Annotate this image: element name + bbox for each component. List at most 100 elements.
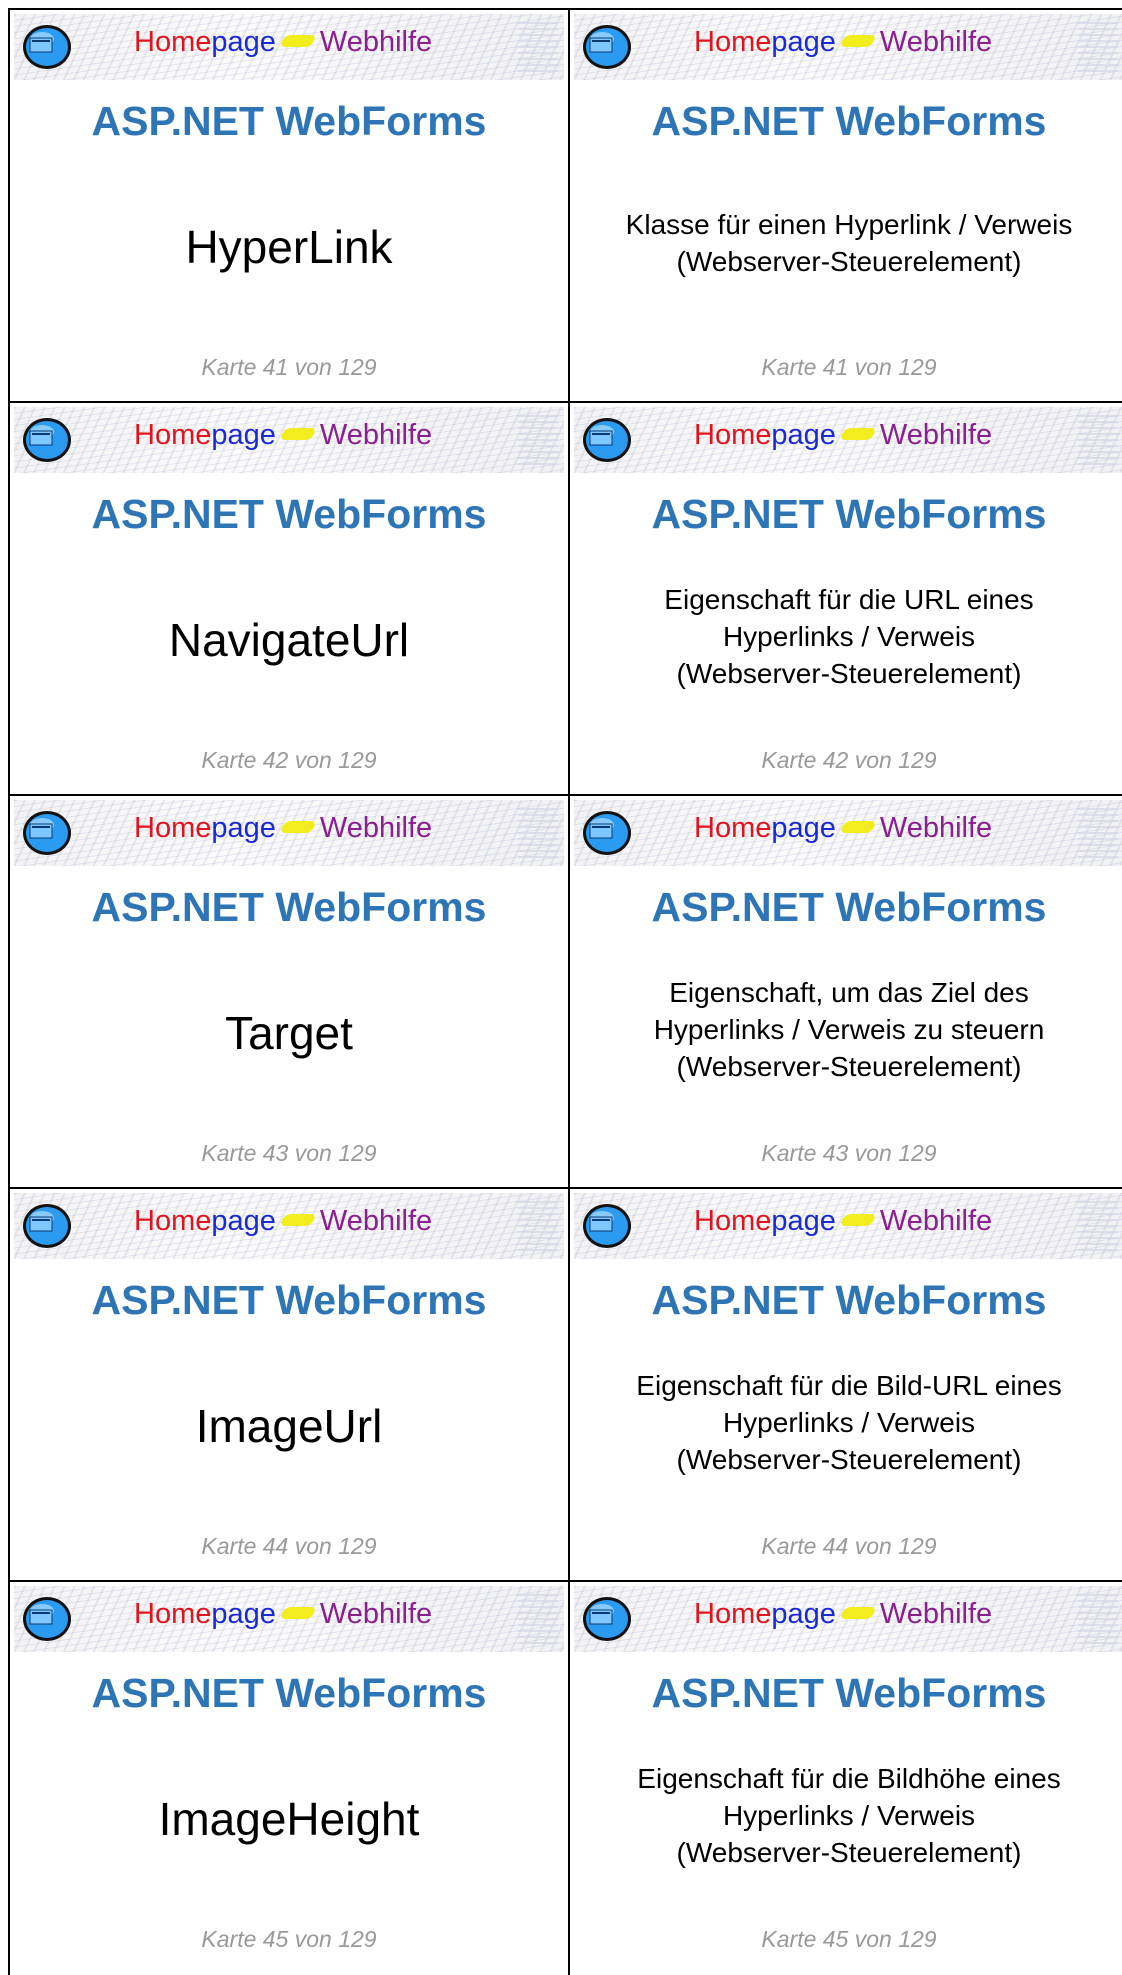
homepage-webhilfe-banner: Homepage Webhilfe: [574, 407, 1122, 473]
flashcard-front: Homepage Webhilfe ASP.NET WebForms Target Ka…: [8, 794, 568, 1189]
arrow-icon: [839, 1607, 877, 1620]
homepage-webhilfe-banner: Homepage Webhilfe: [14, 14, 564, 80]
description-line: (Webserver-Steuerelement): [676, 1051, 1022, 1082]
code-background-graphic: [518, 415, 558, 467]
banner-title: Homepage Webhilfe: [694, 1205, 992, 1238]
banner-home: Home: [694, 26, 772, 58]
card-description: Eigenschaft für die Bildhöhe eines Hyperl…: [584, 1760, 1114, 1871]
card-term: Target: [225, 1007, 353, 1059]
homepage-webhilfe-banner: Homepage Webhilfe: [574, 1193, 1122, 1259]
banner-title: Homepage Webhilfe: [694, 812, 992, 845]
banner-home: Home: [694, 812, 772, 844]
homepage-webhilfe-banner: Homepage Webhilfe: [574, 800, 1122, 866]
arrow-icon: [839, 821, 877, 834]
banner-page: page: [211, 1205, 276, 1237]
card-title: ASP.NET WebForms: [91, 1670, 487, 1716]
globe-logo-icon: [582, 417, 632, 463]
arrow-icon: [839, 428, 877, 441]
banner-title: Homepage Webhilfe: [134, 26, 432, 59]
banner-page: page: [771, 1205, 836, 1237]
card-description: Eigenschaft für die URL eines Hyperlinks …: [584, 581, 1114, 692]
code-background-graphic: [1078, 22, 1118, 74]
card-title: ASP.NET WebForms: [651, 98, 1047, 144]
arrow-icon: [279, 1214, 317, 1227]
card-counter: Karte 41 von 129: [761, 354, 937, 380]
banner-page: page: [771, 26, 836, 58]
flashcard-back: Homepage Webhilfe ASP.NET WebForms Eigensch…: [568, 1187, 1122, 1582]
arrow-icon: [839, 35, 877, 48]
banner-title: Homepage Webhilfe: [134, 1205, 432, 1238]
description-line: Eigenschaft für die Bildhöhe eines: [637, 1763, 1061, 1794]
arrow-icon: [279, 1607, 317, 1620]
card-term: ImageHeight: [158, 1793, 420, 1845]
card-term: HyperLink: [185, 221, 393, 273]
code-background-graphic: [1078, 1201, 1118, 1253]
card-title: ASP.NET WebForms: [651, 884, 1047, 930]
banner-home: Home: [134, 1598, 212, 1630]
code-background-graphic: [1078, 808, 1118, 860]
homepage-webhilfe-banner: Homepage Webhilfe: [14, 1586, 564, 1652]
card-counter: Karte 45 von 129: [761, 1926, 937, 1952]
homepage-webhilfe-banner: Homepage Webhilfe: [14, 800, 564, 866]
description-line: (Webserver-Steuerelement): [676, 1837, 1022, 1868]
flashcard-front: Homepage Webhilfe ASP.NET WebForms ImageUrl…: [8, 1187, 568, 1582]
description-line: Eigenschaft, um das Ziel des: [669, 977, 1029, 1008]
banner-title: Homepage Webhilfe: [134, 812, 432, 845]
banner-title: Homepage Webhilfe: [694, 1598, 992, 1631]
card-title: ASP.NET WebForms: [91, 98, 487, 144]
banner-title: Homepage Webhilfe: [694, 419, 992, 452]
card-title: ASP.NET WebForms: [91, 1277, 487, 1323]
globe-logo-icon: [22, 1596, 72, 1642]
homepage-webhilfe-banner: Homepage Webhilfe: [14, 1193, 564, 1259]
banner-page: page: [211, 812, 276, 844]
banner-page: page: [211, 1598, 276, 1630]
code-background-graphic: [518, 22, 558, 74]
card-counter: Karte 43 von 129: [761, 1140, 937, 1166]
card-description: Eigenschaft, um das Ziel des Hyperlinks /…: [584, 974, 1114, 1085]
description-line: Hyperlinks / Verweis: [722, 1407, 976, 1438]
arrow-icon: [279, 35, 317, 48]
homepage-webhilfe-banner: Homepage Webhilfe: [574, 1586, 1122, 1652]
code-background-graphic: [1078, 1594, 1118, 1646]
banner-title: Homepage Webhilfe: [134, 419, 432, 452]
card-title: ASP.NET WebForms: [91, 491, 487, 537]
globe-logo-icon: [582, 24, 632, 70]
banner-home: Home: [694, 1205, 772, 1237]
card-title: ASP.NET WebForms: [651, 491, 1047, 537]
banner-home: Home: [134, 1205, 212, 1237]
arrow-icon: [839, 1214, 877, 1227]
flashcard-back: Homepage Webhilfe ASP.NET WebForms Eigensch…: [568, 794, 1122, 1189]
banner-title: Homepage Webhilfe: [134, 1598, 432, 1631]
description-line: (Webserver-Steuerelement): [676, 658, 1022, 689]
banner-page: page: [211, 419, 276, 451]
homepage-webhilfe-banner: Homepage Webhilfe: [574, 14, 1122, 80]
globe-logo-icon: [22, 1203, 72, 1249]
card-title: ASP.NET WebForms: [651, 1670, 1047, 1716]
banner-webhilfe: Webhilfe: [879, 26, 993, 58]
card-counter: Karte 44 von 129: [761, 1533, 937, 1559]
banner-title: Homepage Webhilfe: [694, 26, 992, 59]
card-title: ASP.NET WebForms: [91, 884, 487, 930]
arrow-icon: [279, 428, 317, 441]
banner-webhilfe: Webhilfe: [319, 419, 433, 451]
code-background-graphic: [518, 1594, 558, 1646]
card-title: ASP.NET WebForms: [651, 1277, 1047, 1323]
card-counter: Karte 42 von 129: [761, 747, 937, 773]
description-line: (Webserver-Steuerelement): [676, 246, 1022, 277]
banner-webhilfe: Webhilfe: [319, 1598, 433, 1630]
description-line: Eigenschaft für die URL eines: [664, 584, 1034, 615]
globe-logo-icon: [22, 417, 72, 463]
description-line: (Webserver-Steuerelement): [676, 1444, 1022, 1475]
card-counter: Karte 44 von 129: [201, 1533, 377, 1559]
banner-webhilfe: Webhilfe: [319, 1205, 433, 1237]
flashcard-front: Homepage Webhilfe ASP.NET WebForms ImageHei…: [8, 1580, 568, 1975]
banner-home: Home: [134, 812, 212, 844]
code-background-graphic: [518, 1201, 558, 1253]
code-background-graphic: [1078, 415, 1118, 467]
card-counter: Karte 45 von 129: [201, 1926, 377, 1952]
description-line: Klasse für einen Hyperlink / Verweis: [625, 209, 1073, 240]
card-description: Eigenschaft für die Bild-URL eines Hyperl…: [584, 1367, 1114, 1478]
banner-home: Home: [134, 419, 212, 451]
banner-webhilfe: Webhilfe: [879, 1598, 993, 1630]
globe-logo-icon: [582, 810, 632, 856]
